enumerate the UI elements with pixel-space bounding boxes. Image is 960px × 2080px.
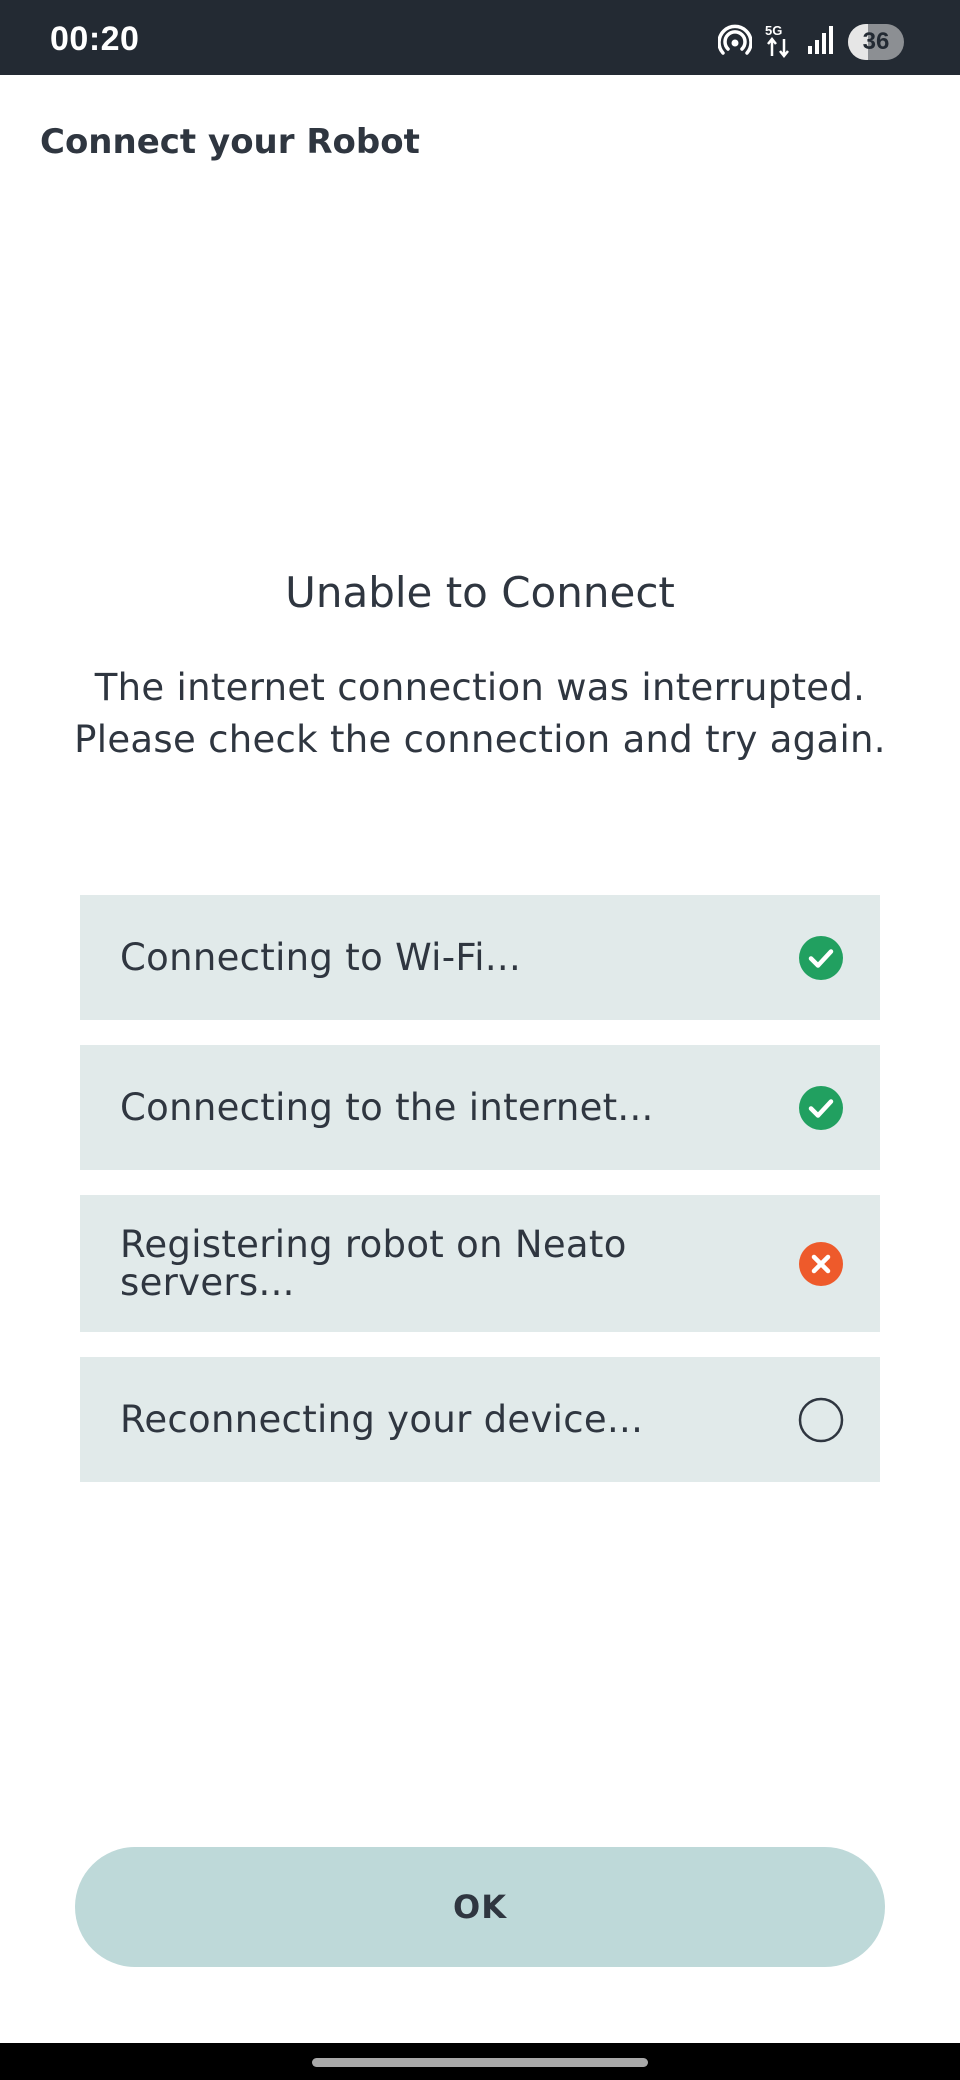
step-label: Connecting to Wi-Fi... <box>120 935 522 979</box>
step-label: Connecting to the internet... <box>120 1085 654 1129</box>
check-circle-icon <box>798 1085 844 1131</box>
home-gesture-handle[interactable] <box>312 2058 648 2067</box>
check-circle-icon <box>798 935 844 981</box>
error-circle-icon <box>798 1241 844 1287</box>
page-title: Connect your Robot <box>40 122 420 162</box>
empty-circle-icon <box>798 1397 844 1443</box>
signal-icon <box>806 24 836 60</box>
status-icons: 5G 36 <box>717 22 904 62</box>
battery-icon: 36 <box>848 24 904 60</box>
step-register: Registering robot on Neato servers... <box>80 1195 880 1332</box>
status-bar: 00:20 5G 36 <box>0 0 960 75</box>
network-type-label: 5G <box>765 23 782 38</box>
battery-level: 36 <box>862 28 890 55</box>
connection-steps: Connecting to Wi-Fi... Connecting to the… <box>80 895 880 1507</box>
step-reconnect: Reconnecting your device... <box>80 1357 880 1482</box>
status-time: 00:20 <box>50 20 140 58</box>
5g-icon: 5G <box>764 22 794 62</box>
hotspot-icon <box>717 23 753 61</box>
step-internet: Connecting to the internet... <box>80 1045 880 1170</box>
step-label: Registering robot on Neato servers... <box>120 1222 627 1304</box>
error-heading: Unable to Connect <box>285 568 675 617</box>
error-message: The internet connection was interrupted.… <box>74 666 886 761</box>
navigation-bar <box>0 2043 960 2080</box>
step-wifi: Connecting to Wi-Fi... <box>80 895 880 1020</box>
step-label: Reconnecting your device... <box>120 1397 644 1441</box>
ok-button[interactable]: OK <box>75 1847 885 1967</box>
